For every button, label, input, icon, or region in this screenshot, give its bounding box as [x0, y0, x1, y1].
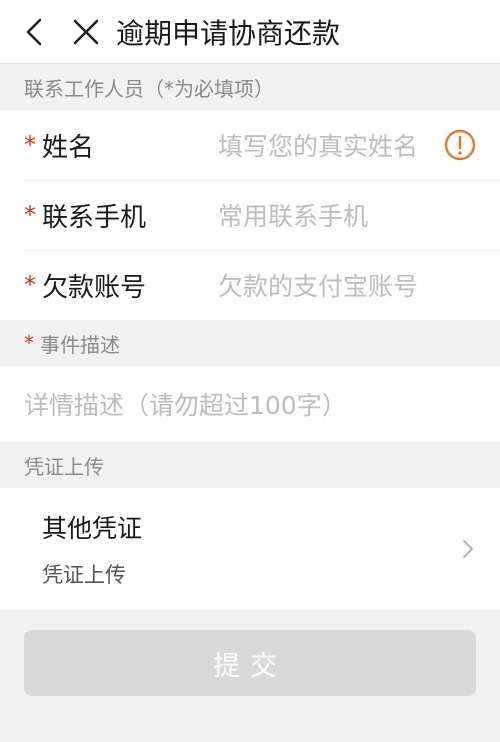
required-marker: * — [24, 331, 34, 355]
submit-area: 提交 — [0, 610, 500, 696]
phone-label-text: 联系手机 — [42, 202, 147, 233]
description-label-text: 事件描述 — [40, 332, 120, 357]
voucher-text: 其他凭证 凭证上传 — [42, 509, 458, 589]
description-section-label: * 事件描述 — [0, 320, 500, 366]
close-icon — [73, 19, 99, 44]
chevron-right-icon — [458, 537, 478, 561]
required-marker: * — [24, 271, 36, 299]
page-title: 逾期申请协商还款 — [116, 16, 341, 50]
phone-field-label: * 联系手机 — [24, 197, 218, 234]
navigation-bar: 逾期申请协商还款 — [0, 0, 500, 64]
submit-button[interactable]: 提交 — [24, 630, 476, 696]
contact-form-card: * 姓名 填写您的真实姓名 * 联系手机 常用联系手机 * 欠款账号 欠款的支付… — [0, 110, 500, 320]
warning-circle-icon[interactable] — [444, 129, 476, 161]
close-button[interactable] — [66, 12, 106, 52]
name-field-label: * 姓名 — [24, 127, 218, 164]
phone-input[interactable]: 常用联系手机 — [218, 197, 476, 233]
voucher-subtitle: 凭证上传 — [42, 563, 126, 587]
voucher-title: 其他凭证 — [42, 514, 143, 543]
description-textarea[interactable]: 详情描述（请勿超过100字） — [0, 366, 500, 442]
phone-field-row[interactable]: * 联系手机 常用联系手机 — [0, 180, 500, 250]
back-button[interactable] — [14, 12, 54, 52]
required-marker: * — [24, 131, 36, 159]
name-label-text: 姓名 — [42, 132, 95, 163]
name-input[interactable]: 填写您的真实姓名 — [218, 127, 444, 163]
account-field-label: * 欠款账号 — [24, 267, 218, 304]
name-field-row[interactable]: * 姓名 填写您的真实姓名 — [0, 110, 500, 180]
chevron-left-icon — [26, 18, 42, 45]
account-field-row[interactable]: * 欠款账号 欠款的支付宝账号 — [0, 250, 500, 320]
account-input[interactable]: 欠款的支付宝账号 — [218, 267, 476, 303]
required-marker: * — [24, 201, 36, 229]
contact-section-label: 联系工作人员（*为必填项） — [24, 76, 274, 101]
account-label-text: 欠款账号 — [42, 272, 147, 303]
voucher-upload-item[interactable]: 其他凭证 凭证上传 — [0, 488, 500, 610]
voucher-section-label: 凭证上传 — [24, 454, 104, 479]
